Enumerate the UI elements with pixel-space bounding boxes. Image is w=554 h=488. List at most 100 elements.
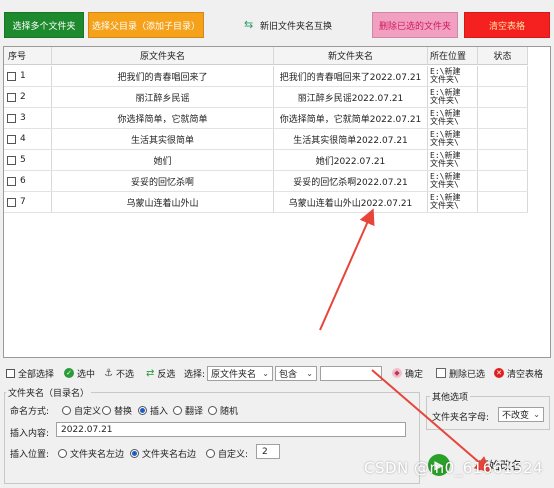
swap-names-button[interactable]: ⇆ 新旧文件夹名互换 (238, 12, 338, 38)
mode-random-label: 随机 (220, 407, 239, 417)
chevron-down-icon: ⌄ (533, 410, 540, 419)
mode-replace-label: 替换 (114, 407, 133, 417)
row-old-name: 她们 (52, 150, 274, 170)
select-all-checkbox[interactable]: 全部选择 (6, 366, 54, 380)
confirm-icon: ◆ (392, 368, 402, 378)
row-checkbox[interactable] (7, 113, 16, 123)
row-checkbox[interactable] (7, 155, 16, 165)
row-checkbox[interactable] (7, 71, 16, 81)
radio-pos-right (130, 449, 139, 458)
row-status (478, 108, 528, 128)
filter-input[interactable] (320, 366, 382, 381)
delete-icon (436, 368, 446, 378)
selection-toolbar: 全部选择 ✓ 选中 ⚓ 不选 ⇄ 反选 选择: 原文件夹名 ⌄ 包含 ⌄ ◆ 确… (0, 362, 554, 384)
row-no: 6 (20, 176, 26, 186)
pos-custom-label: 自定义: (218, 450, 249, 460)
select-all-box (6, 368, 15, 378)
row-status (478, 129, 528, 149)
operator-dropdown-value: 包含 (279, 370, 298, 380)
table-row[interactable]: 1 把我们的青春唱回来了 把我们的青春唱回来了2022.07.21 E:\新建 … (4, 66, 528, 87)
other-options-title: 其他选项 (430, 390, 471, 403)
mode-replace-radio[interactable]: 替换 (102, 404, 132, 417)
field-dropdown[interactable]: 原文件夹名 ⌄ (207, 366, 273, 381)
pos-right-label: 文件夹名右边 (142, 450, 197, 460)
delete-selected-folders-button[interactable]: 删除已选的文件夹 (372, 12, 458, 38)
delete-selected-label: 删除已选的文件夹 (378, 21, 451, 32)
letter-case-dropdown[interactable]: 不改变 ⌄ (498, 407, 544, 422)
table-row[interactable]: 7 乌蒙山连着山外山 乌蒙山连着山外山2022.07.21 E:\新建 文件夹\ (4, 192, 528, 213)
select-label: 选中 (77, 369, 96, 380)
row-old-name: 把我们的青春唱回来了 (52, 66, 274, 86)
parent-dir-button[interactable]: 选择父目录（添加子目录） (88, 12, 204, 38)
swap-icon: ⇆ (243, 18, 254, 31)
insert-content-input[interactable]: 2022.07.21 (56, 422, 406, 437)
row-old-name: 妥妥的回忆杀啊 (52, 171, 274, 191)
field-dropdown-value: 原文件夹名 (211, 370, 257, 380)
confirm-button[interactable]: ◆ 确定 (392, 366, 423, 380)
row-location: E:\新建 文件夹\ (430, 67, 461, 84)
insert-position-label: 插入位置: (10, 450, 50, 460)
pos-left-label: 文件夹名左边 (70, 450, 125, 460)
row-new-name: 你选择简单，它就简单2022.07.21 (274, 108, 428, 128)
row-old-name: 生活其实很简单 (52, 129, 274, 149)
row-checkbox[interactable] (7, 176, 16, 186)
table-header: 序号 原文件夹名 新文件夹名 所在位置 状态 (4, 47, 528, 65)
table-row[interactable]: 2 丽江醉乡民谣 丽江醉乡民谣2022.07.21 E:\新建 文件夹\ (4, 87, 528, 108)
row-location: E:\新建 文件夹\ (430, 193, 461, 210)
table-row[interactable]: 6 妥妥的回忆杀啊 妥妥的回忆杀啊2022.07.21 E:\新建 文件夹\ (4, 171, 528, 192)
row-new-name: 把我们的青春唱回来了2022.07.21 (274, 66, 428, 86)
row-checkbox[interactable] (7, 197, 16, 207)
select-icon: ✓ (64, 368, 74, 378)
mode-translate-radio[interactable]: 翻译 (173, 404, 203, 417)
mode-random-radio[interactable]: 随机 (208, 404, 238, 417)
clear-table-button[interactable]: ✕ 清空表格 (494, 366, 543, 380)
row-no: 7 (20, 197, 26, 207)
table-row[interactable]: 4 生活其实很简单 生活其实很简单2022.07.21 E:\新建 文件夹\ (4, 129, 528, 150)
watermark-text: CSDN @m0_61661524 (364, 459, 544, 477)
insert-content-label: 插入内容: (10, 429, 50, 439)
add-folders-label: 选择多个文件夹 (12, 21, 76, 32)
table-row[interactable]: 5 她们 她们2022.07.21 E:\新建 文件夹\ (4, 150, 528, 171)
row-old-name: 乌蒙山连着山外山 (52, 192, 274, 212)
row-checkbox[interactable] (7, 134, 16, 144)
clear-table-top-label: 清空表格 (488, 21, 525, 32)
pos-right-radio[interactable]: 文件夹名右边 (130, 447, 196, 460)
row-checkbox[interactable] (7, 92, 16, 102)
parent-dir-label: 选择父目录（添加子目录） (91, 21, 200, 32)
table-row[interactable]: 3 你选择简单，它就简单 你选择简单，它就简单2022.07.21 E:\新建 … (4, 108, 528, 129)
pos-custom-radio[interactable]: 自定义: (206, 447, 248, 460)
radio-pos-left (58, 449, 67, 458)
row-new-name: 丽江醉乡民谣2022.07.21 (274, 87, 428, 107)
add-folders-button[interactable]: 选择多个文件夹 (4, 12, 84, 38)
custom-position-input[interactable]: 2 (256, 444, 280, 459)
delete-checked-label: 删除已选 (449, 369, 486, 380)
radio-replace (102, 406, 111, 415)
row-status (478, 66, 528, 86)
mode-custom-radio[interactable]: 自定义 (62, 404, 101, 417)
mode-custom-label: 自定义 (74, 407, 102, 417)
folder-table[interactable]: 序号 原文件夹名 新文件夹名 所在位置 状态 1 把我们的青春唱回来了 把我们的… (3, 46, 551, 358)
row-old-name: 你选择简单，它就简单 (52, 108, 274, 128)
row-location: E:\新建 文件夹\ (430, 172, 461, 189)
header-status: 状态 (478, 47, 528, 64)
chevron-down-icon: ⌄ (306, 369, 313, 378)
row-new-name: 她们2022.07.21 (274, 150, 428, 170)
radio-pos-custom (206, 449, 215, 458)
header-no: 序号 (4, 47, 52, 64)
row-no: 2 (20, 92, 26, 102)
radio-random (208, 406, 217, 415)
row-new-name: 生活其实很简单2022.07.21 (274, 129, 428, 149)
row-no: 4 (20, 134, 26, 144)
clear-table-top-button[interactable]: 清空表格 (464, 12, 550, 38)
mode-insert-radio[interactable]: 插入 (138, 404, 168, 417)
delete-checked-button[interactable]: 删除已选 (436, 366, 485, 380)
row-no: 1 (20, 71, 26, 81)
unselect-button[interactable]: ⚓ 不选 (104, 366, 134, 380)
row-old-name: 丽江醉乡民谣 (52, 87, 274, 107)
invert-button[interactable]: ⇄ 反选 (146, 366, 175, 380)
operator-dropdown[interactable]: 包含 ⌄ (275, 366, 317, 381)
select-button[interactable]: ✓ 选中 (64, 366, 95, 380)
invert-icon: ⇄ (146, 367, 155, 379)
pos-left-radio[interactable]: 文件夹名左边 (58, 447, 124, 460)
mode-translate-label: 翻译 (185, 407, 204, 417)
